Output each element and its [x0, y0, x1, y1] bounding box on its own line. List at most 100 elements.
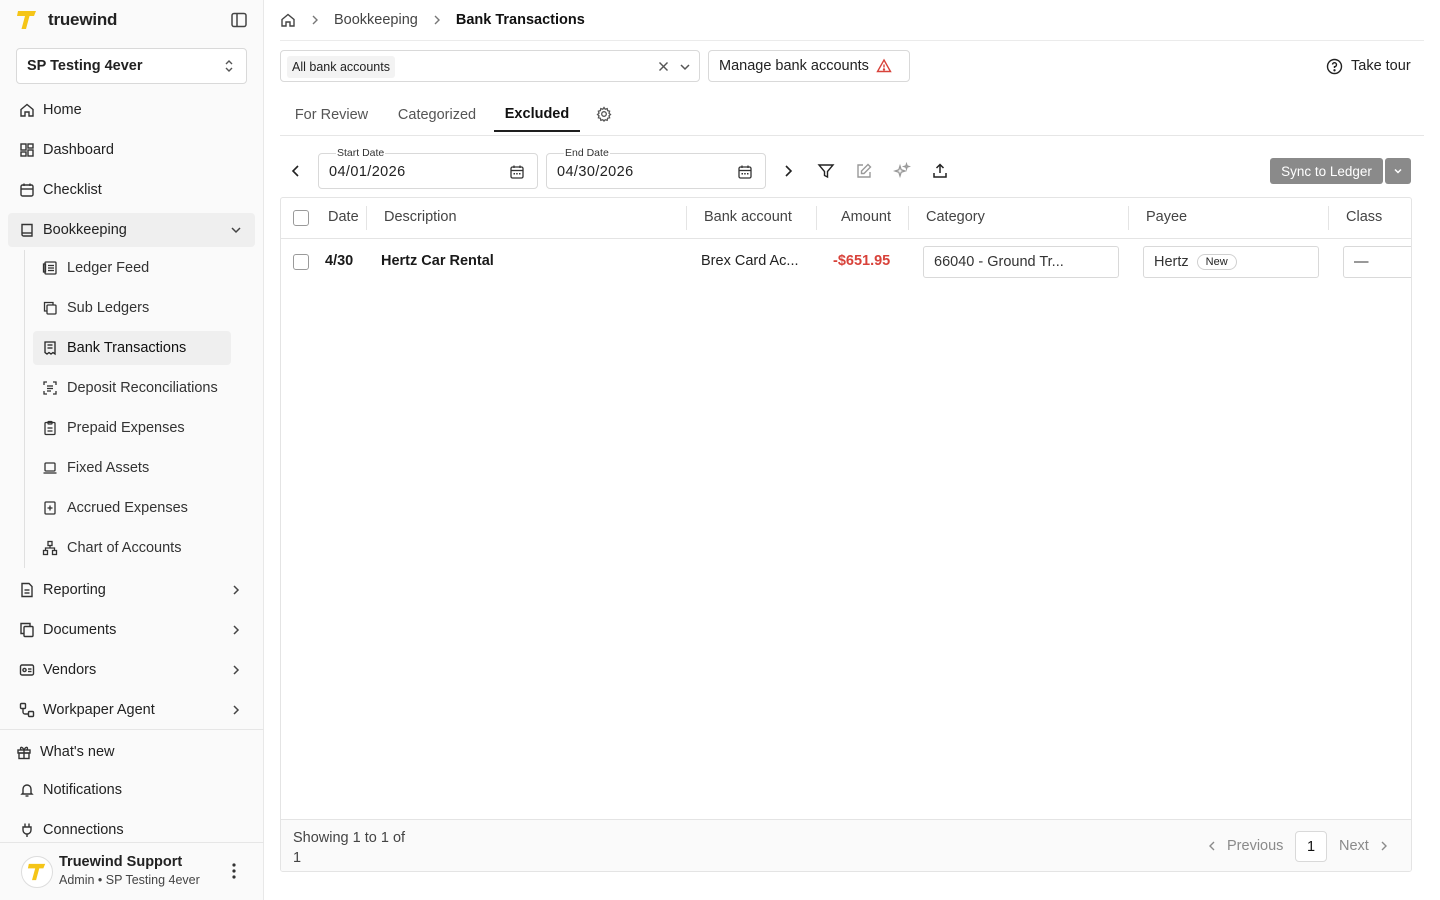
- chevron-right-icon: [1381, 841, 1387, 851]
- previous-period-icon[interactable]: [288, 163, 304, 179]
- transactions-table: Date Description Bank account Amount Cat…: [280, 197, 1412, 872]
- select-all-checkbox[interactable]: [293, 210, 309, 226]
- avatar: [21, 856, 53, 888]
- more-vertical-icon[interactable]: [226, 862, 242, 880]
- nav-fixed-assets[interactable]: Fixed Assets: [33, 451, 231, 485]
- tab-excluded[interactable]: Excluded: [494, 98, 580, 132]
- table-footer: Showing 1 to 1 of 1 Previous 1 Next: [281, 819, 1411, 871]
- user-profile[interactable]: Truewind Support Admin • SP Testing 4eve…: [0, 842, 264, 900]
- export-icon[interactable]: [931, 162, 949, 180]
- nav-home[interactable]: Home: [8, 93, 255, 127]
- start-date-label: Start Date: [336, 147, 386, 159]
- column-resizer[interactable]: [686, 206, 687, 230]
- sync-options-button[interactable]: [1385, 158, 1411, 184]
- home-icon[interactable]: [280, 12, 296, 28]
- ledger-icon: [42, 260, 58, 276]
- nav-dashboard[interactable]: Dashboard: [8, 133, 255, 167]
- column-category[interactable]: Category: [926, 209, 985, 225]
- chevrons-up-down-icon: [225, 60, 233, 72]
- nav-dashboard-label: Dashboard: [43, 142, 114, 158]
- tab-categorized[interactable]: Categorized: [384, 98, 490, 132]
- clipboard-icon: [42, 420, 58, 436]
- chevron-down-icon[interactable]: [678, 60, 692, 74]
- nav-workpaper-agent[interactable]: Workpaper Agent: [8, 693, 255, 727]
- nav-connections-label: Connections: [43, 822, 124, 838]
- sync-to-ledger-button[interactable]: Sync to Ledger: [1270, 158, 1383, 184]
- category-select[interactable]: 66040 - Ground Tr...: [923, 246, 1119, 278]
- column-amount[interactable]: Amount: [841, 209, 891, 225]
- bank-account-filter[interactable]: All bank accounts: [280, 50, 700, 82]
- previous-page-button[interactable]: Previous: [1205, 838, 1283, 854]
- manage-bank-accounts-button[interactable]: Manage bank accounts: [708, 50, 910, 82]
- next-period-icon[interactable]: [780, 163, 796, 179]
- nav-chart-of-accounts[interactable]: Chart of Accounts: [33, 531, 231, 565]
- copy-icon: [42, 300, 58, 316]
- subnav-guide-line: [24, 250, 25, 568]
- row-checkbox[interactable]: [293, 254, 309, 270]
- edit-icon[interactable]: [855, 162, 873, 180]
- next-page-button[interactable]: Next: [1339, 838, 1391, 854]
- close-icon[interactable]: [657, 60, 670, 73]
- nav-documents[interactable]: Documents: [8, 613, 255, 647]
- dashboard-icon: [19, 142, 35, 158]
- nav-accrued-expenses[interactable]: Accrued Expenses: [33, 491, 231, 525]
- sparkles-icon[interactable]: [893, 162, 911, 180]
- class-select[interactable]: —: [1343, 246, 1411, 278]
- nav-deposit-reconciliations[interactable]: Deposit Reconciliations: [33, 371, 231, 405]
- column-resizer[interactable]: [816, 206, 817, 230]
- breadcrumb: Bookkeeping Bank Transactions: [280, 10, 585, 30]
- end-date-field[interactable]: End Date 04/30/2026: [546, 147, 766, 189]
- table-header: Date Description Bank account Amount Cat…: [281, 198, 1411, 239]
- breadcrumb-bookkeeping[interactable]: Bookkeeping: [334, 12, 418, 28]
- column-bank-account[interactable]: Bank account: [704, 209, 792, 225]
- nav-notifications[interactable]: Notifications: [8, 773, 255, 807]
- chevron-down-icon: [1394, 168, 1402, 174]
- chevron-right-icon: [233, 625, 240, 635]
- take-tour-button[interactable]: Take tour: [1326, 56, 1411, 76]
- calendar-icon[interactable]: [737, 164, 753, 180]
- nav-vendors[interactable]: Vendors: [8, 653, 255, 687]
- nav-whats-new[interactable]: What's new: [8, 735, 255, 769]
- filter-icon[interactable]: [817, 162, 835, 180]
- gear-icon[interactable]: [596, 106, 612, 122]
- table-row[interactable]: 4/30 Hertz Car Rental Brex Card Ac... -$…: [281, 240, 1411, 284]
- column-description[interactable]: Description: [384, 209, 457, 225]
- row-date: 4/30: [325, 253, 354, 269]
- calendar-icon[interactable]: [509, 164, 525, 180]
- gift-icon: [16, 744, 32, 760]
- column-date[interactable]: Date: [328, 209, 359, 225]
- new-payee-badge: New: [1196, 254, 1237, 270]
- nav-checklist[interactable]: Checklist: [8, 173, 255, 207]
- network-icon: [42, 540, 58, 556]
- column-resizer[interactable]: [1328, 206, 1329, 230]
- pagination-summary: Showing 1 to 1 of 1: [293, 830, 406, 866]
- nav-deposit-reconciliations-label: Deposit Reconciliations: [67, 380, 218, 396]
- page-number-button[interactable]: 1: [1295, 831, 1327, 862]
- nav-prepaid-expenses[interactable]: Prepaid Expenses: [33, 411, 231, 445]
- file-plus-icon: [42, 500, 58, 516]
- laptop-icon: [42, 460, 58, 476]
- column-class[interactable]: Class: [1346, 209, 1382, 225]
- id-card-icon: [19, 662, 35, 678]
- breadcrumb-current: Bank Transactions: [455, 12, 585, 28]
- tab-for-review[interactable]: For Review: [284, 98, 379, 132]
- sidebar-toggle-icon[interactable]: [230, 11, 248, 29]
- nav-reporting[interactable]: Reporting: [8, 573, 255, 607]
- header-divider: [280, 40, 1424, 41]
- nav-bookkeeping[interactable]: Bookkeeping: [8, 213, 255, 247]
- bell-icon: [19, 782, 35, 798]
- brand[interactable]: truewind: [16, 8, 117, 32]
- column-resizer[interactable]: [908, 206, 909, 230]
- nav-ledger-feed[interactable]: Ledger Feed: [33, 251, 231, 285]
- nav-bank-transactions[interactable]: Bank Transactions: [33, 331, 231, 365]
- column-payee[interactable]: Payee: [1146, 209, 1187, 225]
- start-date-field[interactable]: Start Date 04/01/2026: [318, 147, 538, 189]
- chevron-left-icon: [1209, 841, 1215, 851]
- payee-select[interactable]: Hertz New: [1143, 246, 1319, 278]
- home-icon: [19, 102, 35, 118]
- column-resizer[interactable]: [366, 206, 367, 230]
- nav-documents-label: Documents: [43, 622, 117, 638]
- nav-sub-ledgers[interactable]: Sub Ledgers: [33, 291, 231, 325]
- column-resizer[interactable]: [1128, 206, 1129, 230]
- organization-select[interactable]: SP Testing 4ever: [16, 48, 247, 84]
